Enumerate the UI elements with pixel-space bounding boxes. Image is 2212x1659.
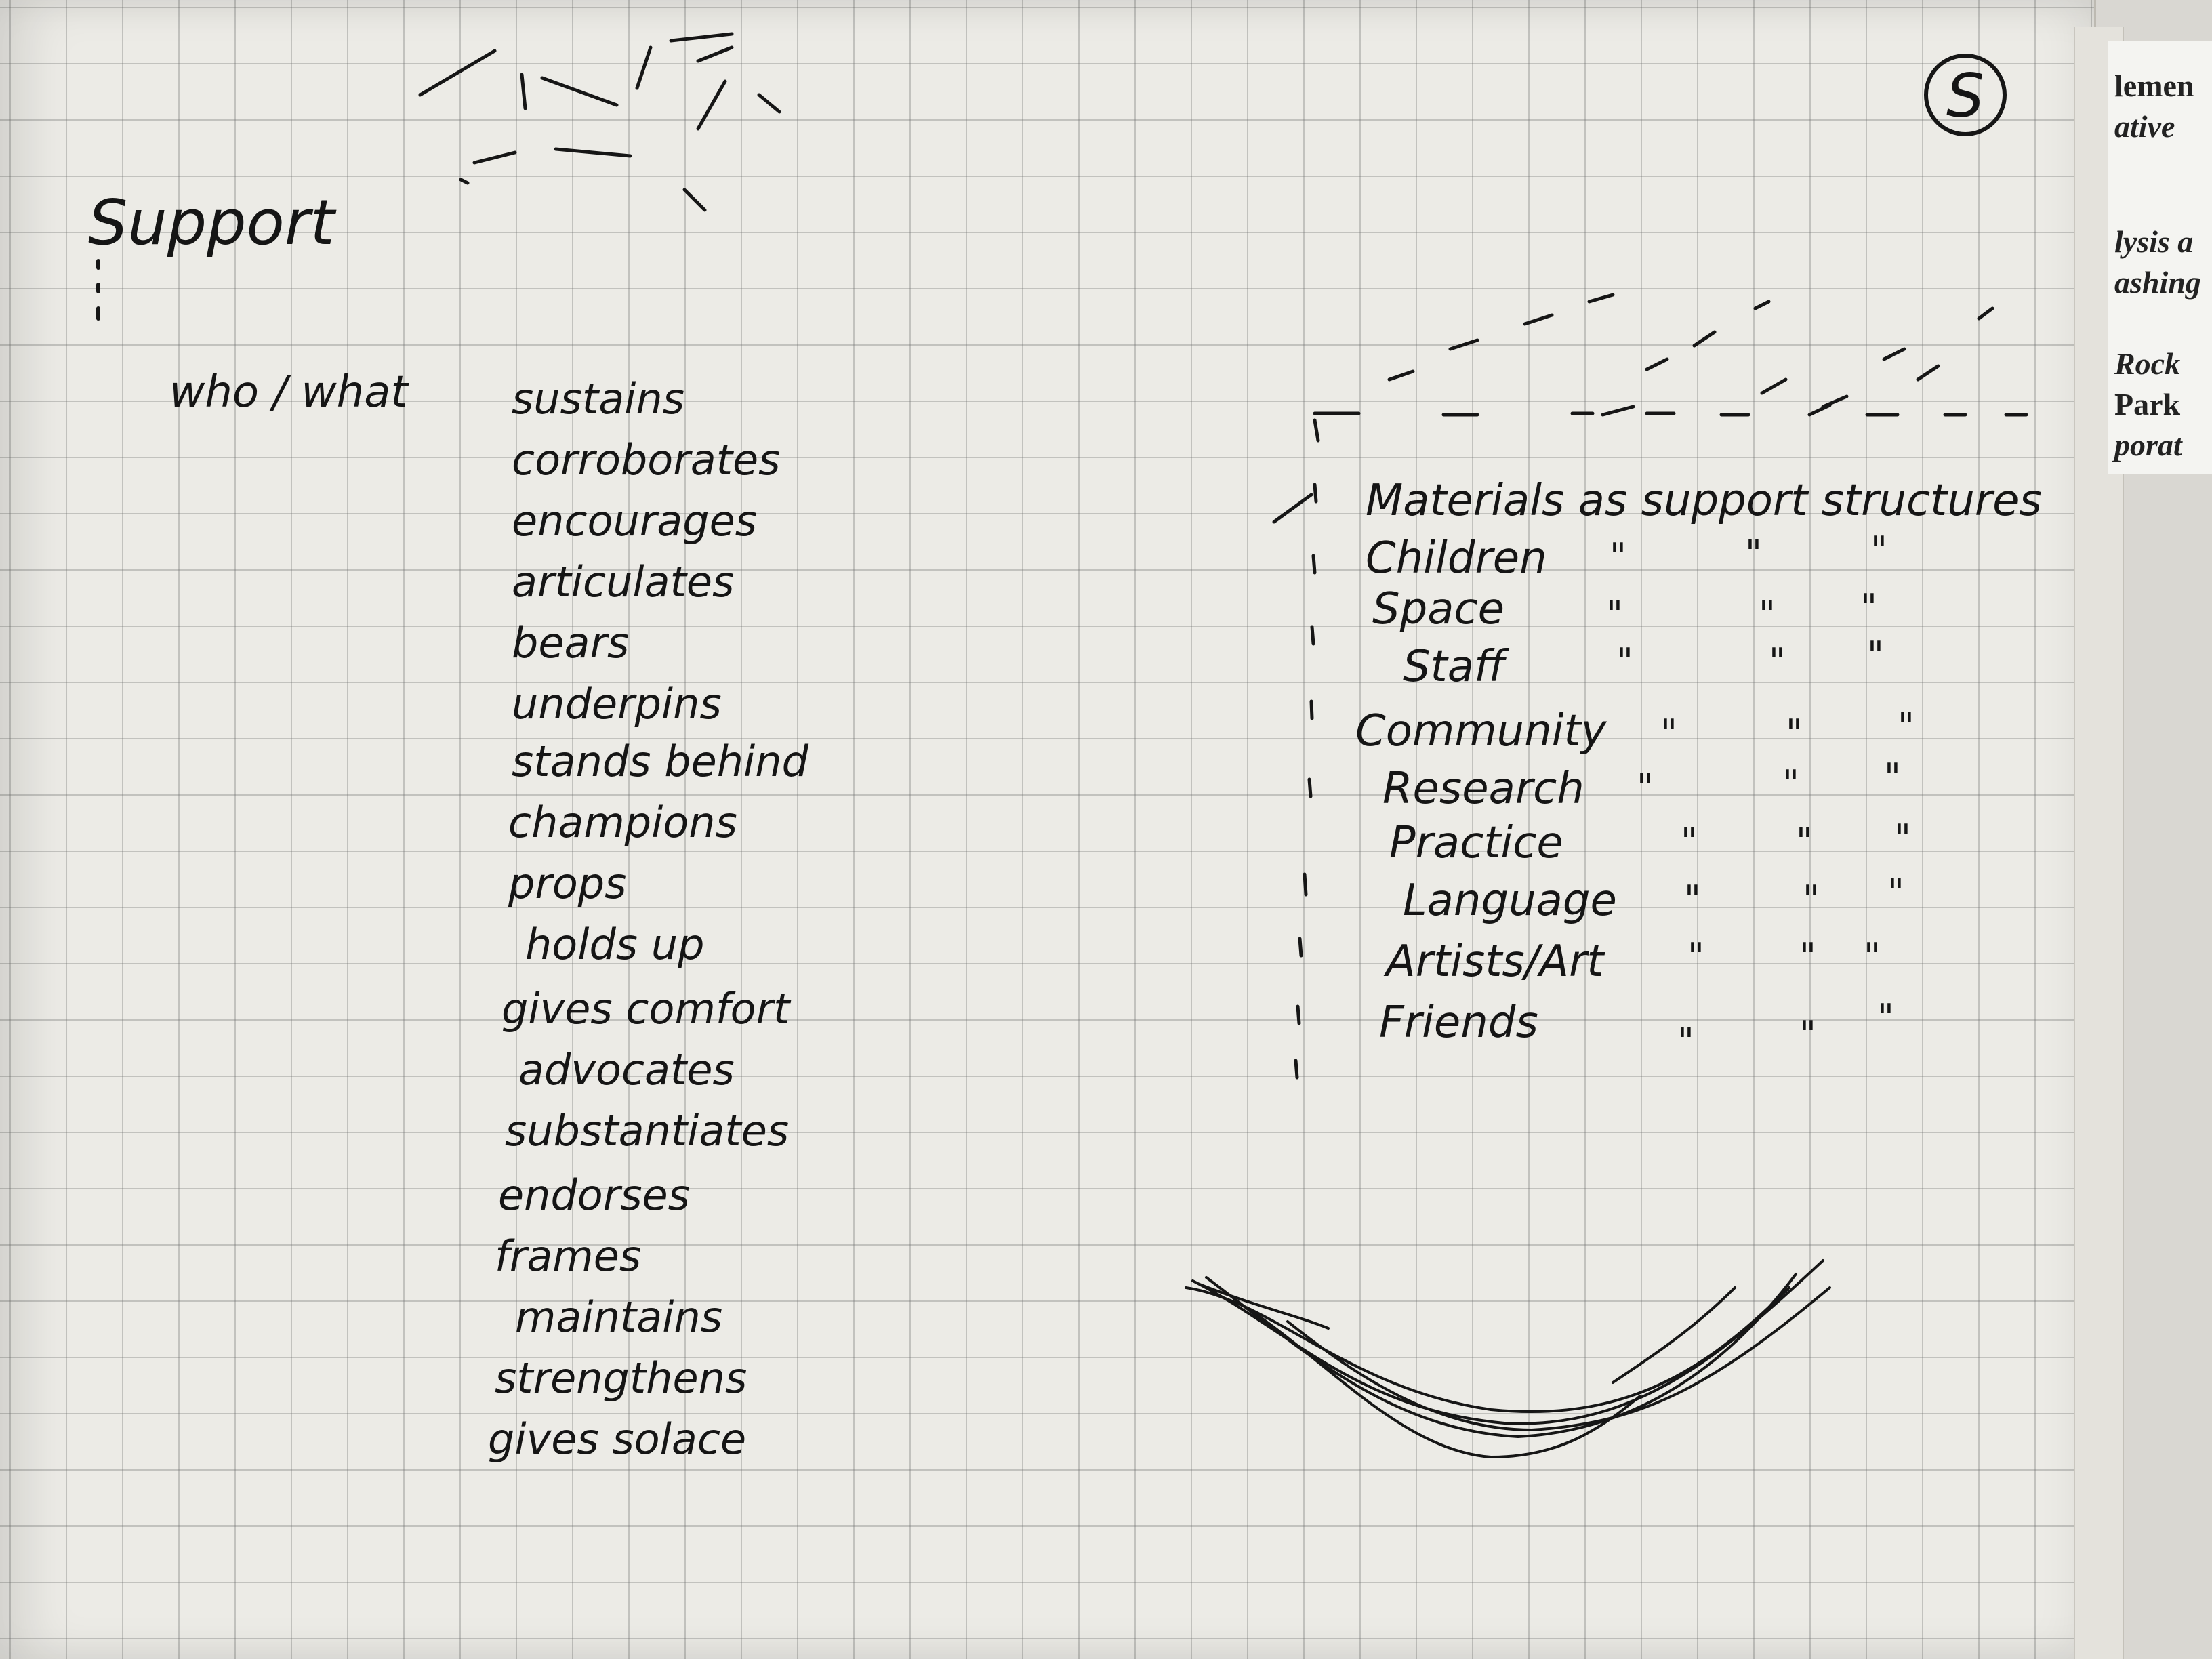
- ditto-mark: ": [1769, 640, 1786, 683]
- verb-item: underpins: [512, 679, 722, 729]
- sketch-dashed-lines: [418, 32, 781, 212]
- structures-item: Practice: [1389, 818, 1563, 868]
- ditto-mark: ": [1684, 878, 1701, 920]
- verb-item: frames: [495, 1231, 641, 1281]
- verb-list: sustains corroborates encourages articul…: [488, 374, 809, 1464]
- verb-item: encourages: [512, 496, 757, 546]
- corner-mark: S: [1946, 61, 1984, 131]
- ditto-mark: ": [1610, 535, 1626, 578]
- structures-item: Space: [1372, 584, 1504, 634]
- structures-item: Children: [1366, 533, 1547, 583]
- ditto-mark: ": [1864, 935, 1881, 978]
- structures-item: Community: [1355, 706, 1607, 756]
- verb-item: articulates: [512, 557, 734, 607]
- verb-item: gives comfort: [501, 984, 792, 1033]
- verb-item: stands behind: [512, 737, 809, 786]
- ditto-mark: ": [1884, 756, 1901, 798]
- structures-item: Language: [1403, 876, 1617, 926]
- ditto-mark: ": [1867, 634, 1884, 676]
- ditto-mark: ": [1786, 712, 1803, 754]
- structures-item: Friends: [1379, 998, 1538, 1048]
- verb-item: corroborates: [512, 435, 780, 485]
- ditto-mark: ": [1745, 532, 1762, 575]
- verb-item: endorses: [498, 1170, 690, 1220]
- structures-list: Children Space Staff Community Research …: [1355, 533, 1617, 1048]
- verb-item: props: [508, 859, 626, 908]
- ditto-mark: ": [1894, 817, 1911, 859]
- ditto-mark: ": [1860, 586, 1877, 629]
- ditto-mark: ": [1677, 1020, 1694, 1063]
- ditto-mark: ": [1616, 640, 1633, 683]
- page-heading: Support: [88, 186, 337, 259]
- vertical-guide-dashes: [1294, 483, 1318, 1080]
- structures-header: Materials as support structures: [1366, 476, 2042, 526]
- structures-item: Staff: [1403, 642, 1510, 692]
- hammock-scribble: [1185, 1259, 1831, 1459]
- verb-item: bears: [512, 618, 629, 668]
- ditto-mark: ": [1687, 935, 1704, 978]
- verb-item: substantiates: [505, 1106, 789, 1155]
- ditto-mark: ": [1681, 820, 1698, 863]
- verb-item: strengthens: [495, 1353, 747, 1403]
- structures-item: Research: [1382, 764, 1584, 814]
- ditto-mark: ": [1759, 593, 1776, 636]
- ditto-mark: ": [1796, 820, 1813, 863]
- ditto-mark: ": [1637, 766, 1654, 808]
- structures-item: Artists/Art: [1383, 937, 1605, 987]
- verb-item: advocates: [518, 1045, 735, 1094]
- ditto-mark: ": [1660, 712, 1677, 754]
- ditto-marks: " " " " " " " " " " " " " " " " " " " " …: [1606, 529, 1914, 1063]
- verb-item: maintains: [515, 1292, 722, 1342]
- verb-item: champions: [508, 798, 737, 847]
- ditto-mark: ": [1870, 529, 1887, 571]
- ditto-mark: ": [1606, 593, 1623, 636]
- ditto-mark: ": [1887, 871, 1904, 914]
- ditto-mark: ": [1898, 705, 1914, 747]
- ditto-mark: ": [1799, 935, 1816, 978]
- ditto-mark: ": [1877, 996, 1894, 1039]
- subject-label: who / what: [169, 367, 409, 417]
- verb-item: sustains: [512, 374, 684, 424]
- verb-item: holds up: [525, 920, 704, 969]
- verb-item: gives solace: [488, 1414, 746, 1464]
- ditto-mark: ": [1782, 762, 1799, 805]
- ditto-mark: ": [1803, 878, 1820, 920]
- ditto-mark: ": [1799, 1013, 1816, 1056]
